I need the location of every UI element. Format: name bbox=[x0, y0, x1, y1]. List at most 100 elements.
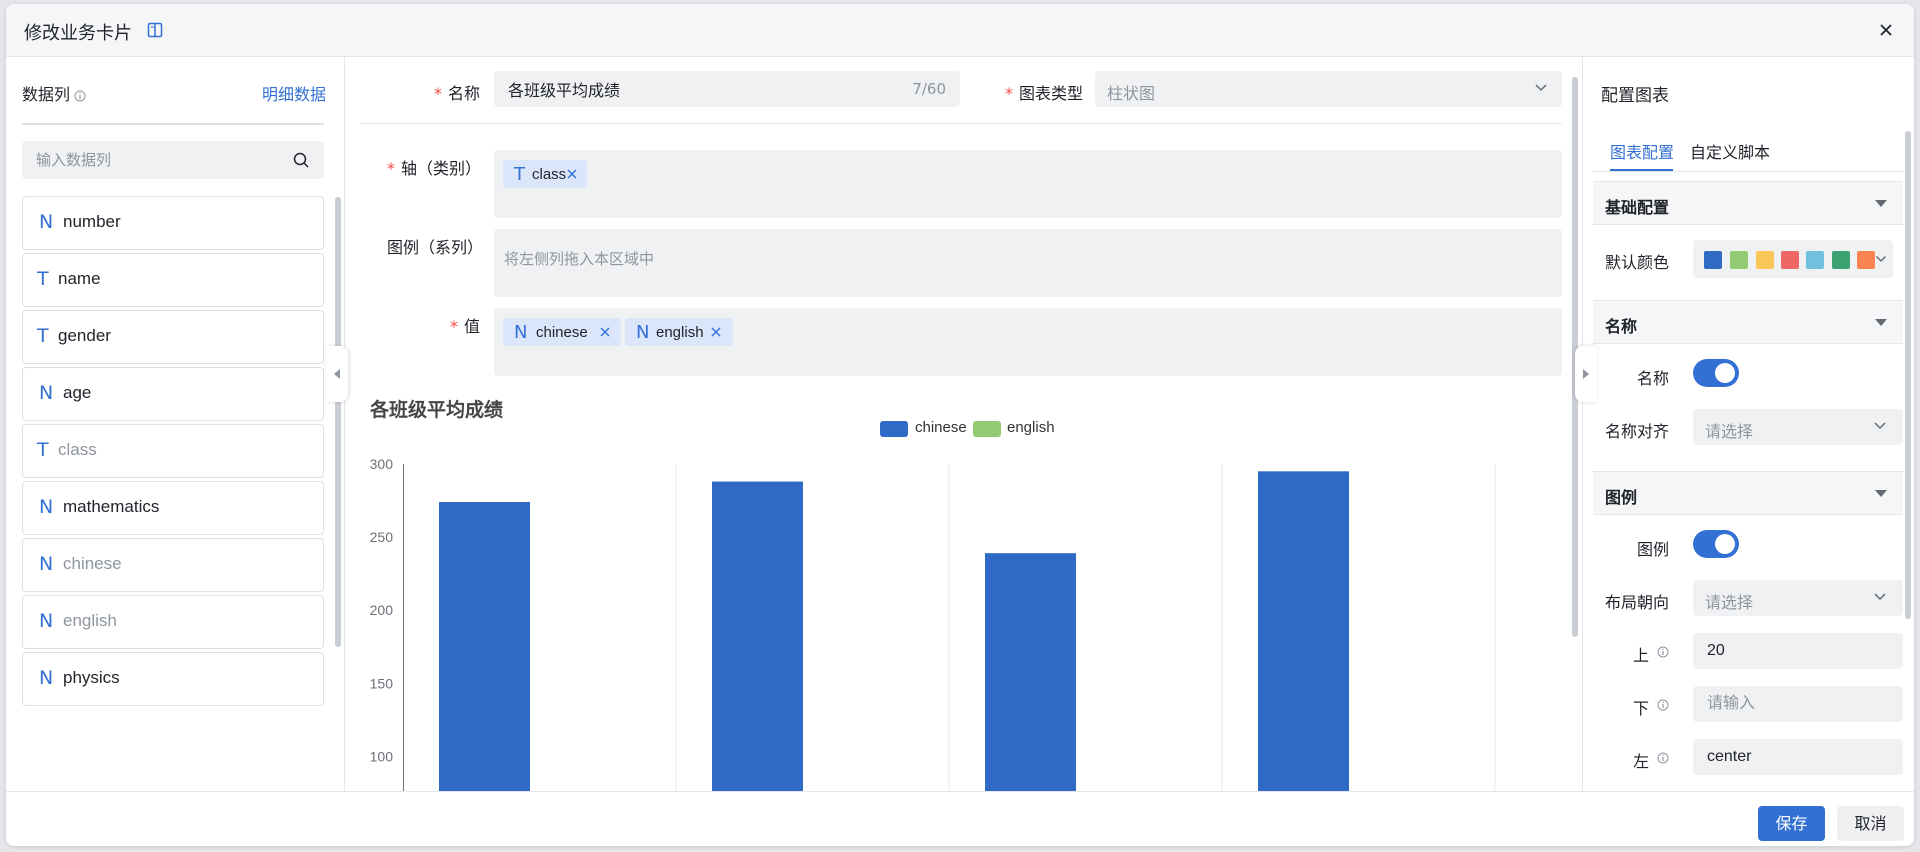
tab-chart-config[interactable]: 图表配置 bbox=[1610, 139, 1674, 163]
config-title: 配置图表 bbox=[1601, 86, 1669, 106]
name-toggle[interactable] bbox=[1693, 359, 1739, 387]
text-type-icon: T bbox=[37, 439, 49, 461]
name-align-select[interactable]: 请选择 bbox=[1693, 409, 1903, 445]
section-name[interactable]: 名称 bbox=[1593, 300, 1903, 344]
chevron-down-icon bbox=[1875, 255, 1887, 263]
left-input-box bbox=[1693, 739, 1903, 775]
text-type-icon: T bbox=[37, 325, 49, 347]
color-swatch bbox=[1704, 251, 1722, 269]
color-swatch bbox=[1781, 251, 1799, 269]
field-name: gender bbox=[58, 326, 111, 345]
field-name: number bbox=[63, 212, 121, 231]
chart-config-panel: 配置图表 图表配置 自定义脚本 基础配置 默认颜色 名称 名称 名称对齐 请选择 bbox=[1582, 57, 1914, 791]
tab-divider bbox=[1593, 171, 1903, 172]
collapse-right-panel-button[interactable] bbox=[1575, 346, 1597, 402]
y-tick-label: 250 bbox=[370, 529, 394, 545]
tab-custom-script[interactable]: 自定义脚本 bbox=[1690, 139, 1770, 163]
field-name: age bbox=[63, 383, 92, 402]
info-icon bbox=[74, 90, 86, 101]
dialog-footer: 保存 取消 bbox=[6, 791, 1914, 846]
name-align-label: 名称对齐 bbox=[1604, 422, 1669, 441]
dialog-header: 修改业务卡片 bbox=[6, 4, 1914, 57]
field-name: chinese bbox=[63, 554, 122, 573]
left-scrollbar[interactable] bbox=[335, 197, 341, 647]
toggle-knob bbox=[1715, 534, 1735, 554]
field-item-physics[interactable]: Nphysics bbox=[22, 652, 324, 706]
select-placeholder: 请选择 bbox=[1705, 593, 1754, 612]
data-column-title-text: 数据列 bbox=[22, 85, 71, 104]
numeric-type-icon: N bbox=[39, 382, 54, 404]
color-swatch bbox=[1832, 251, 1850, 269]
section-basic-config[interactable]: 基础配置 bbox=[1593, 181, 1903, 225]
field-name: physics bbox=[63, 668, 120, 687]
text-type-icon: T bbox=[37, 268, 49, 290]
field-item-chinese[interactable]: Nchinese bbox=[22, 538, 324, 592]
y-tick-label: 150 bbox=[370, 675, 394, 691]
collapse-left-panel-button[interactable] bbox=[326, 346, 348, 402]
left-label: 左 bbox=[1632, 752, 1649, 771]
field-name: name bbox=[58, 269, 101, 288]
chevron-down-icon bbox=[1874, 593, 1886, 601]
chart-editor: *名称 7/60 *图表类型 柱状图 *轴（类别） T class 图例（系列）… bbox=[346, 57, 1582, 791]
right-scrollbar[interactable] bbox=[1905, 131, 1911, 619]
bottom-input[interactable] bbox=[1693, 686, 1903, 722]
info-icon bbox=[1657, 699, 1669, 711]
field-item-gender[interactable]: Tgender bbox=[22, 310, 324, 364]
bar-chinese bbox=[712, 481, 803, 791]
dialog-title: 修改业务卡片 bbox=[24, 23, 132, 44]
section-title: 名称 bbox=[1605, 317, 1638, 336]
field-item-english[interactable]: Nenglish bbox=[22, 595, 324, 649]
caret-down-icon bbox=[1875, 200, 1887, 207]
color-swatch bbox=[1857, 251, 1875, 269]
top-label: 上 bbox=[1632, 646, 1649, 665]
info-icon bbox=[1657, 646, 1669, 658]
default-color-picker[interactable] bbox=[1693, 240, 1893, 278]
detail-data-link[interactable]: 明细数据 bbox=[262, 81, 326, 105]
column-search bbox=[22, 141, 324, 179]
numeric-type-icon: N bbox=[39, 496, 54, 518]
cancel-button[interactable]: 取消 bbox=[1837, 806, 1904, 841]
section-legend[interactable]: 图例 bbox=[1593, 471, 1903, 515]
top-input-box bbox=[1693, 633, 1903, 669]
close-icon[interactable] bbox=[1876, 20, 1896, 40]
select-placeholder: 请选择 bbox=[1705, 422, 1754, 441]
info-icon bbox=[1657, 752, 1669, 764]
field-name: mathematics bbox=[63, 497, 160, 516]
legend-toggle-label: 图例 bbox=[1636, 540, 1669, 559]
layout-direction-label: 布局朝向 bbox=[1604, 593, 1669, 612]
numeric-type-icon: N bbox=[39, 610, 54, 632]
book-icon[interactable] bbox=[146, 21, 164, 39]
field-item-mathematics[interactable]: Nmathematics bbox=[22, 481, 324, 535]
field-item-class[interactable]: Tclass bbox=[22, 424, 324, 478]
caret-down-icon bbox=[1875, 490, 1887, 497]
section-title: 基础配置 bbox=[1605, 198, 1670, 217]
caret-left-icon bbox=[334, 369, 340, 379]
field-item-number[interactable]: Nnumber bbox=[22, 196, 324, 250]
layout-direction-select[interactable]: 请选择 bbox=[1693, 580, 1903, 616]
field-item-name[interactable]: Tname bbox=[22, 253, 324, 307]
bar-chart: 300 250 200 150 100 bbox=[370, 456, 1496, 791]
legend-toggle[interactable] bbox=[1693, 530, 1739, 558]
numeric-type-icon: N bbox=[39, 553, 54, 575]
y-tick-label: 200 bbox=[370, 602, 394, 618]
save-button[interactable]: 保存 bbox=[1758, 806, 1825, 841]
field-item-age[interactable]: Nage bbox=[22, 367, 324, 421]
edit-card-dialog: 修改业务卡片 数据列 明细数据 Nnumber Tname Tgender Na… bbox=[6, 4, 1914, 846]
bottom-label: 下 bbox=[1632, 699, 1649, 718]
color-swatch bbox=[1756, 251, 1774, 269]
column-search-input[interactable] bbox=[22, 141, 282, 179]
bar-chinese bbox=[439, 502, 530, 791]
color-swatch bbox=[1806, 251, 1824, 269]
search-icon[interactable] bbox=[292, 151, 310, 169]
left-input[interactable] bbox=[1693, 739, 1903, 775]
field-name: class bbox=[58, 440, 97, 459]
top-input[interactable] bbox=[1693, 633, 1903, 669]
section-title: 图例 bbox=[1605, 488, 1638, 507]
active-tab-indicator bbox=[1610, 169, 1673, 171]
default-color-label: 默认颜色 bbox=[1604, 253, 1669, 272]
y-tick-label: 300 bbox=[370, 456, 394, 472]
data-column-title: 数据列 bbox=[22, 81, 86, 105]
numeric-type-icon: N bbox=[39, 667, 54, 689]
numeric-type-icon: N bbox=[39, 211, 54, 233]
bottom-input-box bbox=[1693, 686, 1903, 722]
